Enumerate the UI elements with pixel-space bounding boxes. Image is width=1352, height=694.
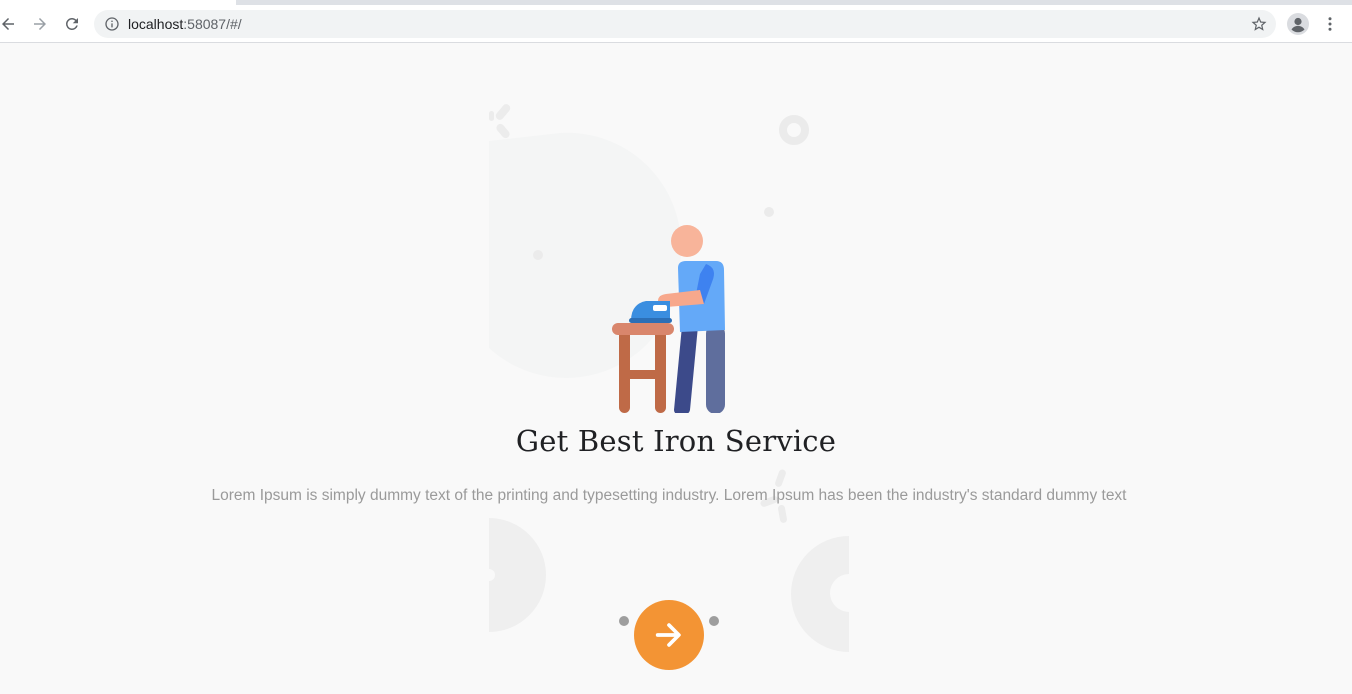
url-path: :58087/#/ bbox=[183, 16, 242, 32]
onboarding-description: Lorem Ipsum is simply dummy text of the … bbox=[211, 487, 1127, 504]
onboarding-title: Get Best Iron Service bbox=[515, 424, 837, 458]
onboarding-screen: Get Best Iron Service Lorem Ipsum is sim… bbox=[0, 43, 1352, 694]
pagination-dot[interactable] bbox=[619, 616, 629, 626]
reload-button[interactable] bbox=[57, 9, 87, 39]
star-outline-icon[interactable] bbox=[1250, 15, 1268, 33]
arrow-right-icon bbox=[655, 623, 681, 647]
arrow-right-icon bbox=[34, 18, 46, 30]
reload-icon bbox=[65, 17, 78, 30]
url-text[interactable]: localhost:58087/#/ bbox=[128, 10, 242, 38]
account-circle-icon bbox=[1287, 13, 1309, 35]
tab-bar-background bbox=[236, 0, 1352, 5]
more-vertical-icon bbox=[1328, 17, 1332, 31]
address-bar[interactable]: localhost:58087/#/ bbox=[94, 10, 1276, 38]
person-ironing-illustration bbox=[612, 225, 725, 413]
info-circle-icon[interactable] bbox=[104, 16, 120, 32]
url-host: localhost bbox=[128, 16, 184, 32]
next-button[interactable] bbox=[634, 600, 704, 670]
profile-button[interactable] bbox=[1283, 9, 1313, 39]
forward-button[interactable] bbox=[25, 9, 55, 39]
pagination-dot[interactable] bbox=[709, 616, 719, 626]
browser-toolbar: localhost:58087/#/ bbox=[0, 6, 1352, 43]
browser-menu-button[interactable] bbox=[1315, 9, 1345, 39]
arrow-left-icon bbox=[2, 18, 14, 30]
back-button[interactable] bbox=[0, 9, 23, 39]
